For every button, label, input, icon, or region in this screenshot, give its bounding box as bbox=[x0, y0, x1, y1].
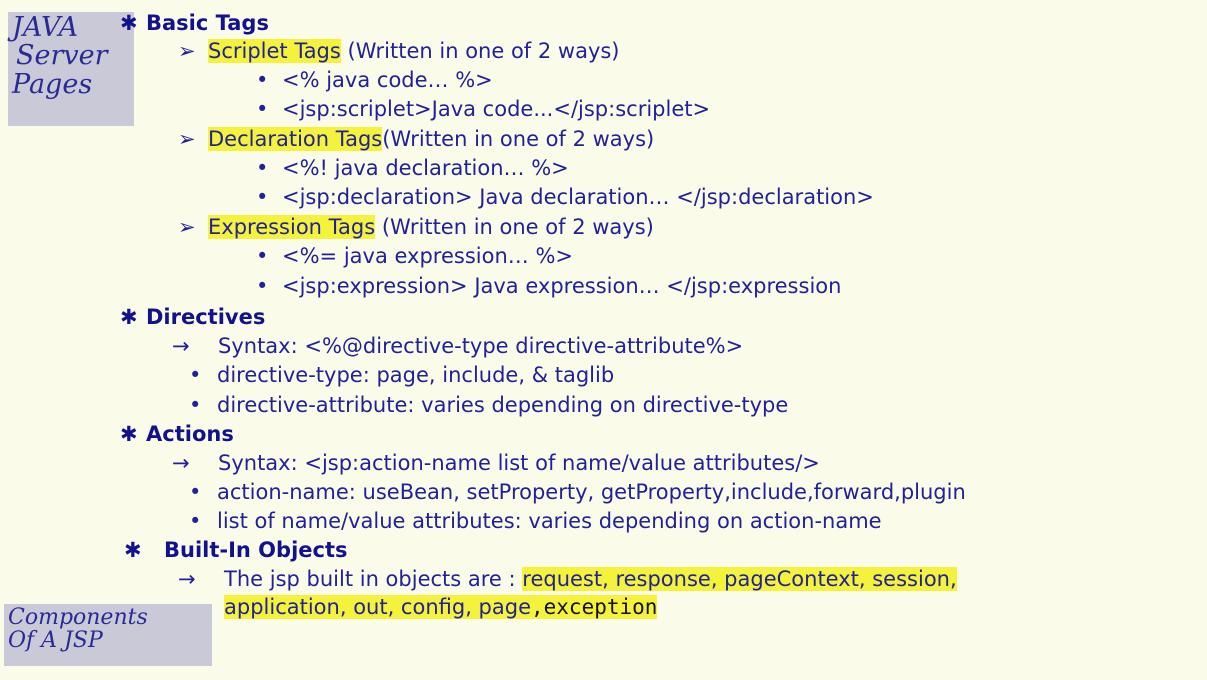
list-item: • directive-attribute: varies depending o… bbox=[189, 392, 788, 418]
code-item: <% java code… %> bbox=[282, 68, 493, 92]
expression-tags-name: Expression Tags bbox=[208, 215, 376, 239]
syntax-text: Syntax: <%@directive-type directive-attr… bbox=[218, 334, 744, 358]
star-bullet-icon: ✱ bbox=[120, 305, 138, 329]
action-item: action-name: useBean, setProperty, getPr… bbox=[217, 480, 966, 504]
dot-bullet-icon: • bbox=[256, 156, 269, 180]
action-item: list of name/value attributes: varies de… bbox=[217, 509, 882, 533]
side-label-line: Of A JSP bbox=[8, 628, 103, 654]
actions-syntax: → Syntax: <jsp:action-name list of name/v… bbox=[172, 450, 820, 476]
side-label-line: JAVA bbox=[12, 12, 79, 43]
side-label-line: Pages bbox=[12, 68, 93, 100]
dot-bullet-icon: • bbox=[189, 363, 202, 387]
section-title: Basic Tags bbox=[146, 11, 269, 35]
scriptlet-tags-line: ➢ Scriplet Tags (Written in one of 2 ways… bbox=[178, 38, 620, 64]
arrow-bullet-icon: ➢ bbox=[178, 215, 196, 239]
right-arrow-icon: → bbox=[172, 334, 190, 358]
scriptlet-tags-note: (Written in one of 2 ways) bbox=[340, 39, 620, 63]
components-label: Components Of A JSP bbox=[4, 604, 212, 666]
code-item: <jsp:expression> Java expression… </jsp:… bbox=[282, 274, 842, 298]
dot-bullet-icon: • bbox=[189, 393, 202, 417]
side-label-line: Components bbox=[8, 605, 148, 630]
list-item: • <jsp:expression> Java expression… </jsp… bbox=[256, 273, 841, 299]
dot-bullet-icon: • bbox=[256, 68, 269, 92]
declaration-tags-note: (Written in one of 2 ways) bbox=[382, 127, 655, 151]
expression-tags-note: (Written in one of 2 ways) bbox=[375, 215, 654, 239]
code-item: <jsp:declaration> Java declaration… </js… bbox=[282, 185, 874, 209]
star-bullet-icon: ✱ bbox=[120, 11, 138, 35]
code-item: <jsp:scriplet>Java code...</jsp:scriplet… bbox=[282, 97, 711, 121]
declaration-tags-name: Declaration Tags bbox=[208, 127, 383, 151]
expression-tags-line: ➢ Expression Tags (Written in one of 2 wa… bbox=[178, 214, 654, 240]
directive-item: directive-attribute: varies depending on… bbox=[217, 393, 789, 417]
dot-bullet-icon: • bbox=[256, 244, 269, 268]
arrow-bullet-icon: ➢ bbox=[178, 127, 196, 151]
jsp-title-label: JAVA Server Pages bbox=[8, 12, 134, 126]
builtin-objects-last: ,exception bbox=[531, 595, 658, 619]
dot-bullet-icon: • bbox=[256, 97, 269, 121]
basic-tags-heading: ✱ Basic Tags bbox=[120, 10, 269, 36]
list-item: • <jsp:scriplet>Java code...</jsp:scriple… bbox=[256, 96, 710, 122]
list-item: • directive-type: page, include, & taglib bbox=[189, 362, 614, 388]
list-item: • <%= java expression… %> bbox=[256, 243, 573, 269]
builtin-objects-list: application, out, config, page bbox=[224, 595, 531, 619]
directives-syntax: → Syntax: <%@directive-type directive-att… bbox=[172, 333, 743, 359]
arrow-bullet-icon: ➢ bbox=[178, 39, 196, 63]
section-title: Actions bbox=[146, 422, 234, 446]
list-item: • list of name/value attributes: varies d… bbox=[189, 508, 882, 534]
code-item: <%= java expression… %> bbox=[282, 244, 573, 268]
code-item: <%! java declaration… %> bbox=[282, 156, 569, 180]
star-bullet-icon: ✱ bbox=[124, 538, 142, 562]
dot-bullet-icon: • bbox=[256, 185, 269, 209]
builtin-objects-line-1: → The jsp built in objects are : request,… bbox=[178, 566, 957, 592]
right-arrow-icon: → bbox=[172, 451, 190, 475]
scriptlet-tags-name: Scriplet Tags bbox=[208, 39, 341, 63]
dot-bullet-icon: • bbox=[189, 480, 202, 504]
syntax-text: Syntax: <jsp:action-name list of name/va… bbox=[218, 451, 820, 475]
right-arrow-icon: → bbox=[178, 567, 196, 591]
dot-bullet-icon: • bbox=[189, 509, 202, 533]
section-title: Built-In Objects bbox=[164, 538, 348, 562]
builtin-objects-heading: ✱ Built-In Objects bbox=[124, 537, 348, 563]
dot-bullet-icon: • bbox=[256, 274, 269, 298]
builtin-objects-list: request, response, pageContext, session, bbox=[522, 567, 957, 591]
declaration-tags-line: ➢ Declaration Tags(Written in one of 2 wa… bbox=[178, 126, 654, 152]
builtin-objects-line-2: application, out, config, page,exception bbox=[224, 594, 658, 620]
list-item: • <%! java declaration… %> bbox=[256, 155, 569, 181]
builtin-intro: The jsp built in objects are : bbox=[224, 567, 523, 591]
side-label-line: Server bbox=[16, 40, 108, 72]
list-item: • action-name: useBean, setProperty, getP… bbox=[189, 479, 966, 505]
star-bullet-icon: ✱ bbox=[120, 422, 138, 446]
list-item: • <% java code… %> bbox=[256, 67, 493, 93]
list-item: • <jsp:declaration> Java declaration… </j… bbox=[256, 184, 874, 210]
directives-heading: ✱ Directives bbox=[120, 304, 265, 330]
section-title: Directives bbox=[146, 305, 266, 329]
directive-item: directive-type: page, include, & taglib bbox=[217, 363, 615, 387]
actions-heading: ✱ Actions bbox=[120, 421, 234, 447]
